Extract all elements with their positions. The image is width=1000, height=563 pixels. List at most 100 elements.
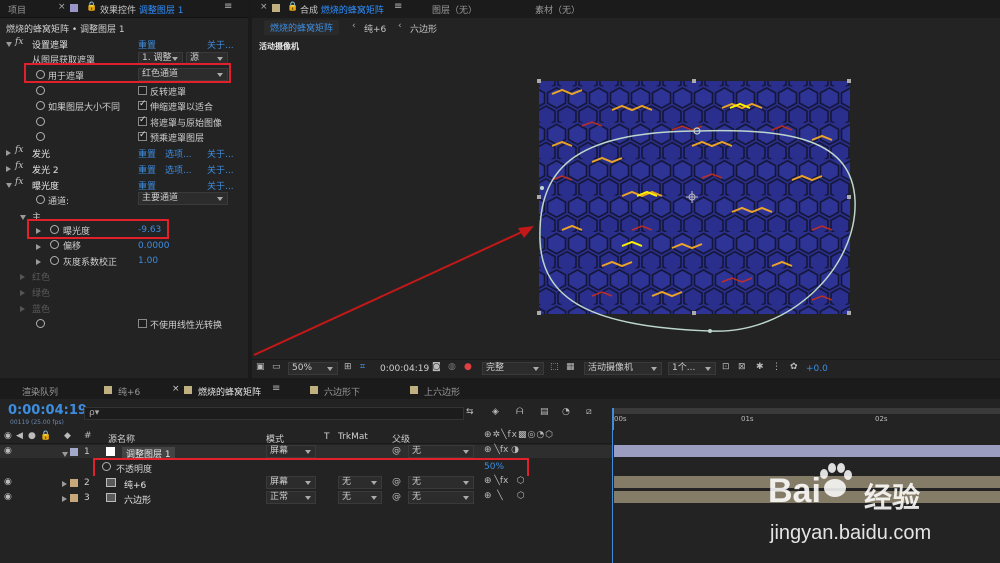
comp-mini-flowchart-icon[interactable]: ⇆ [466,407,474,417]
blend-mode-dropdown[interactable]: 正常 [266,491,316,504]
playhead[interactable] [612,408,614,430]
lock-icon[interactable]: 🔒 [86,2,97,12]
glow-about[interactable]: 关于... [207,147,234,160]
fx-icon[interactable]: fx [15,37,23,47]
timeline-layer-row[interactable]: ◉ 1 调整图层 1 屏幕 @ 无 ⊕ ╲fx ◑ [0,445,612,460]
resolution-dropdown[interactable]: 完整 [482,362,544,375]
glow2-about[interactable]: 关于... [207,163,234,176]
eye-icon[interactable]: ◉ [4,446,12,456]
shy-layers-icon[interactable]: ᗩ [516,407,523,417]
tab-timeline-4[interactable]: 上六边形 [424,385,460,398]
tab-timeline-3[interactable]: 六边形下 [324,385,360,398]
close-icon[interactable]: × [172,384,180,394]
twirl-open-icon[interactable] [6,181,12,191]
twirl-closed-icon[interactable] [20,273,25,283]
tab-layer[interactable]: 图层（无） [432,3,477,16]
tab-render-queue[interactable]: 渲染队列 [22,385,58,398]
twirl-closed-icon[interactable] [62,480,67,490]
twirl-open-icon[interactable] [20,213,26,223]
layer-name[interactable]: 纯+6 [124,478,146,491]
nav-active-comp[interactable]: 燃烧的蜂窝矩阵 [264,20,340,35]
safe-zones-icon[interactable]: ⌗ [360,362,365,372]
panel-menu-icon[interactable]: ≡ [224,1,232,12]
set-matte-reset[interactable]: 重置 [138,38,156,51]
col-parent[interactable]: 父级 [392,432,410,445]
current-time-display[interactable]: 0:00:04:19 [8,403,87,418]
trkmat-dropdown[interactable]: 无 [338,476,382,489]
timeline-layer-row[interactable]: ◉ 2 纯+6 屏幕 无 @ 无 ⊕ ╲fx ⬡ [0,476,612,491]
label-color-swatch[interactable] [70,448,78,456]
premultiply-matte-checkbox[interactable] [138,130,147,141]
label-color-swatch[interactable] [70,479,78,487]
label-color-swatch[interactable] [70,494,78,502]
twirl-closed-icon[interactable] [6,165,11,175]
pickwhip-icon[interactable]: @ [392,492,401,502]
glow2-reset[interactable]: 重置 [138,163,156,176]
eye-icon[interactable]: ◉ [4,477,12,487]
solo-icon[interactable]: ● [28,431,36,441]
frame-blending-icon[interactable]: ▤ [540,407,549,417]
graph-editor-icon[interactable]: ⧄ [586,407,592,417]
lock-icon[interactable]: 🔒 [287,2,298,12]
switches-icons[interactable]: ⊕✲╲fx▩◎◔⬡ [484,430,554,440]
fx-icon[interactable]: fx [15,161,23,171]
eye-icon[interactable]: ◉ [4,431,12,441]
fx-icon[interactable]: fx [15,145,23,155]
twirl-closed-icon[interactable] [20,289,25,299]
col-source-name[interactable]: 源名称 [108,432,135,445]
show-snapshot-icon[interactable]: ◍ [448,362,456,372]
glow2-options[interactable]: 选项... [165,163,192,176]
switches-icons[interactable]: ⊕ ╲ ⬡ [484,491,525,501]
tab-composition[interactable]: 合成 燃烧的蜂窝矩阵 [300,3,384,16]
tab-timeline-1[interactable]: 纯+6 [118,385,140,398]
pickwhip-icon[interactable]: @ [392,477,401,487]
viewer-canvas[interactable] [252,50,1000,356]
stopwatch-icon[interactable] [36,117,45,126]
parent-dropdown[interactable]: 无 [408,491,474,504]
switches-icons[interactable]: ⊕ ╲fx ◑ [484,445,519,455]
twirl-closed-icon[interactable] [36,258,41,268]
zoom-dropdown[interactable]: 50% [288,362,338,375]
exposure-about[interactable]: 关于... [207,179,234,192]
stopwatch-icon[interactable] [36,132,45,141]
twirl-closed-icon[interactable] [6,149,11,159]
stretch-matte-checkbox[interactable] [138,99,147,110]
nav-comp-item[interactable]: 纯+6 [364,22,386,35]
label-icon[interactable]: ◆ [64,431,71,441]
viewer-timecode[interactable]: 0:00:04:19 [380,364,429,374]
monitor-icon[interactable]: ▭ [272,362,281,372]
pickwhip-icon[interactable]: @ [392,446,401,456]
set-matte-about[interactable]: 关于... [207,38,234,51]
blend-mode-dropdown[interactable]: 屏幕 [266,445,316,458]
fast-preview-icon[interactable]: ✱ [756,362,764,372]
tab-project[interactable]: 项目 [8,3,26,16]
offset-value[interactable]: 0.0000 [138,241,170,251]
color-channel-icon[interactable]: ● [464,362,472,372]
blend-mode-dropdown[interactable]: 屏幕 [266,476,316,489]
fit-icon[interactable]: ⊞ [344,362,352,372]
timeline-layer-row[interactable]: ◉ 3 六边形 正常 无 @ 无 ⊕ ╲ ⬡ [0,491,612,506]
eye-icon[interactable]: ◉ [4,492,12,502]
stopwatch-icon[interactable] [50,240,59,249]
exposure-readout[interactable]: +0.0 [806,364,828,374]
reset-exposure-icon[interactable]: ✿ [790,362,798,372]
parent-dropdown[interactable]: 无 [408,476,474,489]
mask-vertex[interactable] [708,329,712,333]
tab-effect-controls[interactable]: 效果控件 调整图层 1 [100,3,183,16]
twirl-open-icon[interactable] [62,450,68,460]
glow-reset[interactable]: 重置 [138,147,156,160]
camera-snapshot-icon[interactable]: ◙ [432,362,441,372]
close-icon[interactable]: × [260,2,268,12]
stopwatch-icon[interactable] [50,256,59,265]
col-t[interactable]: T [324,432,330,442]
tab-footage[interactable]: 素材（无） [535,3,580,16]
stopwatch-icon[interactable] [36,101,45,110]
layer-name[interactable]: 六边形 [124,493,151,506]
trkmat-dropdown[interactable]: 无 [338,491,382,504]
panel-menu-icon[interactable]: ≡ [272,383,280,394]
twirl-closed-icon[interactable] [36,243,41,253]
time-ruler[interactable]: 00s 01s 02s [612,402,1000,430]
gamma-value[interactable]: 1.00 [138,256,158,266]
always-preview-icon[interactable]: ▣ [256,362,265,372]
glow-options[interactable]: 选项... [165,147,192,160]
